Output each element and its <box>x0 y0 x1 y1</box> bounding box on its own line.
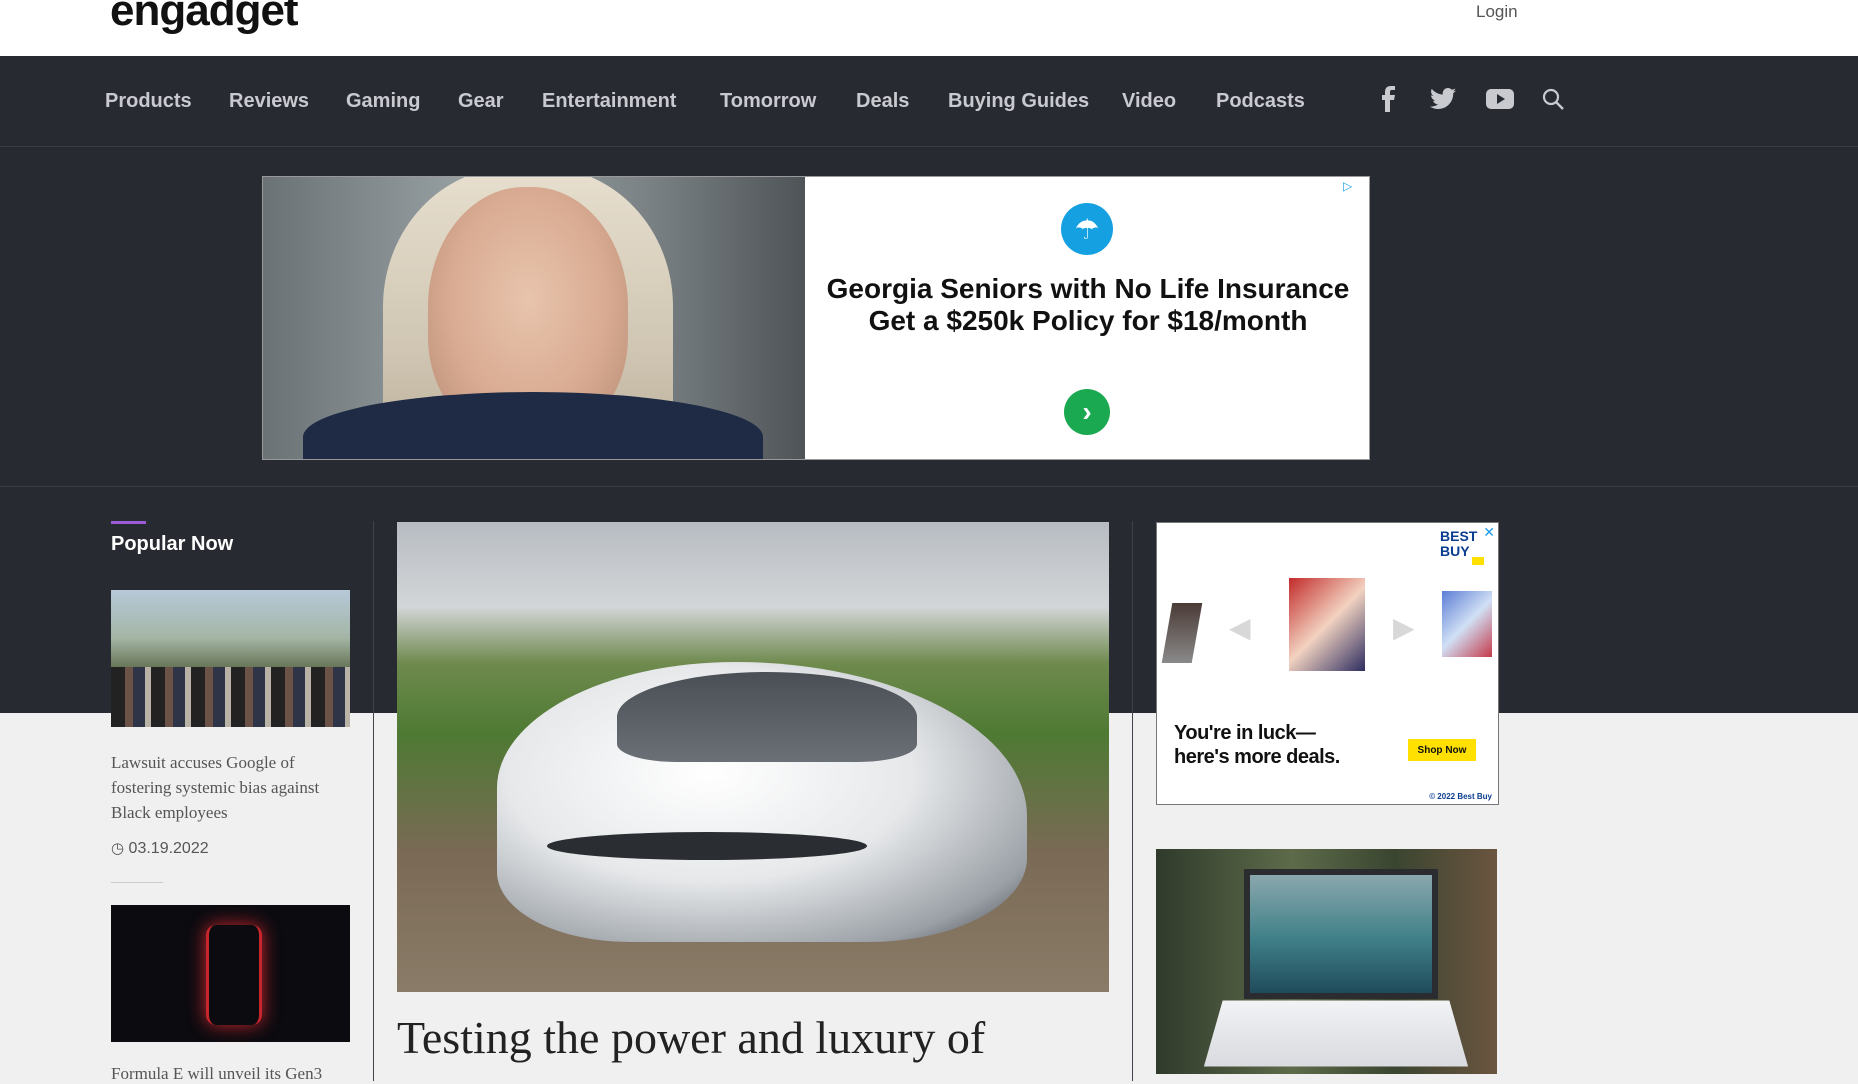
laptop-article-image[interactable] <box>1156 849 1497 1074</box>
adchoices-icon[interactable]: ▷ <box>1343 179 1365 195</box>
popular-divider <box>111 882 163 883</box>
carousel-next-icon[interactable]: ▶ <box>1393 611 1415 644</box>
facebook-icon[interactable] <box>1378 86 1398 112</box>
ad-go-button[interactable]: › <box>1064 389 1110 435</box>
ad-headline[interactable]: Georgia Seniors with No Life Insurance G… <box>823 273 1353 337</box>
main-nav: Products Reviews Gaming Gear Entertainme… <box>0 56 1858 147</box>
nav-item-gear[interactable]: Gear <box>458 90 504 113</box>
nav-item-reviews[interactable]: Reviews <box>229 90 309 113</box>
popular-item-image[interactable] <box>111 590 350 727</box>
ad-text-line: here's more deals. <box>1174 746 1340 768</box>
ad-photo <box>263 177 805 459</box>
column-divider <box>373 521 374 1081</box>
carousel-prev-icon[interactable]: ◀ <box>1229 611 1251 644</box>
login-link[interactable]: Login <box>1476 2 1518 22</box>
nav-item-podcasts[interactable]: Podcasts <box>1216 90 1305 113</box>
nav-item-buying-guides[interactable]: Buying Guides <box>948 90 1089 113</box>
product-image[interactable] <box>1289 578 1365 671</box>
hero-image[interactable] <box>397 522 1109 992</box>
clock-icon: ◷ <box>111 840 125 857</box>
hero-headline[interactable]: Testing the power and luxury of <box>397 1010 1137 1066</box>
insurance-ad[interactable]: ☂ Georgia Seniors with No Life Insurance… <box>262 176 1370 460</box>
nav-item-deals[interactable]: Deals <box>856 90 909 113</box>
nav-item-gaming[interactable]: Gaming <box>346 90 420 113</box>
popular-item-headline[interactable]: Lawsuit accuses Google of fostering syst… <box>111 750 356 825</box>
top-bar: engadget Login <box>0 0 1858 56</box>
section-divider <box>0 486 1858 487</box>
shop-now-button[interactable]: Shop Now <box>1408 739 1476 761</box>
umbrella-icon: ☂ <box>1061 203 1113 255</box>
bestbuy-logo: BEST BUY <box>1440 529 1484 565</box>
nav-item-tomorrow[interactable]: Tomorrow <box>720 90 816 113</box>
nav-item-video[interactable]: Video <box>1122 90 1176 113</box>
nav-item-products[interactable]: Products <box>105 90 192 113</box>
bestbuy-copyright: © 2022 Best Buy <box>1429 792 1492 801</box>
popular-item-date: ◷ 03.19.2022 <box>111 839 209 858</box>
site-logo[interactable]: engadget <box>110 0 299 36</box>
nav-item-entertainment[interactable]: Entertainment <box>542 90 676 113</box>
close-icon[interactable]: ✕ <box>1483 524 1495 541</box>
popular-item-headline[interactable]: Formula E will unveil its Gen3 <box>111 1064 356 1084</box>
date-text: 03.19.2022 <box>128 840 209 857</box>
ad-text-line: You're in luck— <box>1174 722 1316 744</box>
column-divider <box>1132 521 1133 1081</box>
product-image[interactable] <box>1442 591 1492 657</box>
popular-now-title: Popular Now <box>111 533 234 555</box>
product-image <box>1161 603 1203 663</box>
popular-item-image[interactable] <box>111 905 350 1042</box>
bestbuy-ad[interactable]: BEST BUY ✕ ◀ ▶ You're in luck— here's mo… <box>1156 522 1499 805</box>
youtube-icon[interactable] <box>1486 89 1514 109</box>
twitter-icon[interactable] <box>1430 88 1456 110</box>
search-icon[interactable] <box>1542 88 1564 110</box>
bestbuy-ad-text: You're in luck— here's more deals. <box>1174 721 1340 769</box>
popular-accent-bar <box>111 521 146 524</box>
